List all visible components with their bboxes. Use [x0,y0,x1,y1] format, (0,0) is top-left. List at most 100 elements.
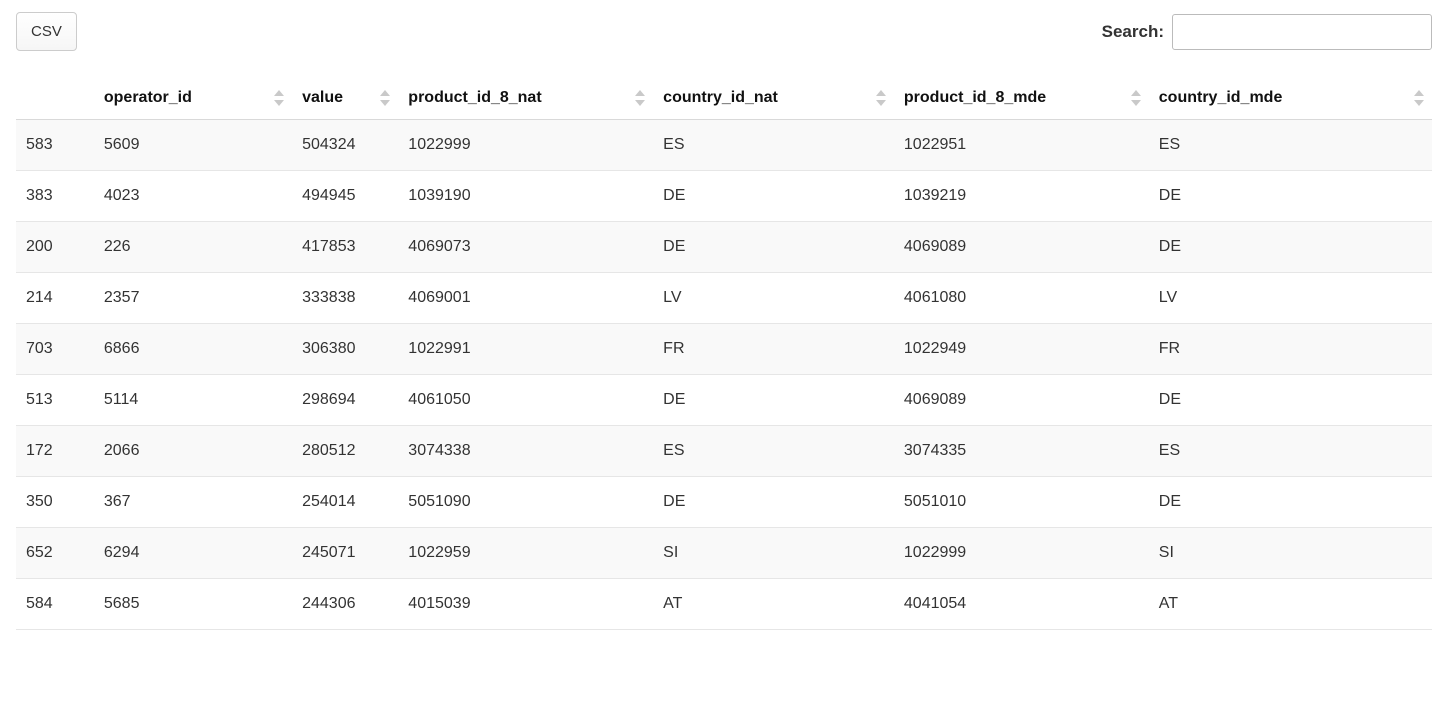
table-body: 58356095043241022999ES1022951ES383402349… [16,120,1432,630]
cell-rownum: 172 [16,426,94,477]
cell-operator-id: 4023 [94,171,292,222]
table-row: 17220662805123074338ES3074335ES [16,426,1432,477]
cell-product-id-8-mde: 1022999 [894,528,1149,579]
cell-operator-id: 6294 [94,528,292,579]
column-header-label: value [302,89,343,106]
cell-operator-id: 2357 [94,273,292,324]
column-header-value[interactable]: value [292,77,398,120]
cell-operator-id: 2066 [94,426,292,477]
cell-rownum: 652 [16,528,94,579]
cell-value: 254014 [292,477,398,528]
sort-icon [274,90,284,106]
table-row: 65262942450711022959SI1022999SI [16,528,1432,579]
toolbar: CSV Search: [16,12,1432,51]
table-row: 21423573338384069001LV4061080LV [16,273,1432,324]
cell-rownum: 703 [16,324,94,375]
table-row: 70368663063801022991FR1022949FR [16,324,1432,375]
data-table: operator_id value product_id_8_nat count… [16,77,1432,630]
cell-operator-id: 226 [94,222,292,273]
cell-product-id-8-nat: 3074338 [398,426,653,477]
cell-operator-id: 5685 [94,579,292,630]
cell-product-id-8-mde: 4061080 [894,273,1149,324]
cell-country-id-nat: ES [653,120,894,171]
cell-country-id-nat: DE [653,375,894,426]
cell-country-id-mde: DE [1149,171,1432,222]
cell-product-id-8-nat: 4015039 [398,579,653,630]
cell-product-id-8-nat: 1039190 [398,171,653,222]
cell-product-id-8-mde: 1022949 [894,324,1149,375]
table-row: 2002264178534069073DE4069089DE [16,222,1432,273]
cell-country-id-nat: DE [653,222,894,273]
table-head: operator_id value product_id_8_nat count… [16,77,1432,120]
cell-rownum: 200 [16,222,94,273]
table-row: 58456852443064015039AT4041054AT [16,579,1432,630]
cell-product-id-8-mde: 4069089 [894,222,1149,273]
cell-value: 298694 [292,375,398,426]
column-header-label: country_id_mde [1159,89,1283,106]
cell-country-id-mde: ES [1149,120,1432,171]
cell-country-id-nat: ES [653,426,894,477]
cell-country-id-mde: AT [1149,579,1432,630]
table-row: 58356095043241022999ES1022951ES [16,120,1432,171]
cell-product-id-8-nat: 4061050 [398,375,653,426]
column-header-country-id-mde[interactable]: country_id_mde [1149,77,1432,120]
cell-country-id-mde: FR [1149,324,1432,375]
cell-rownum: 513 [16,375,94,426]
cell-value: 504324 [292,120,398,171]
cell-country-id-mde: SI [1149,528,1432,579]
cell-value: 245071 [292,528,398,579]
cell-country-id-nat: AT [653,579,894,630]
cell-country-id-mde: DE [1149,477,1432,528]
cell-rownum: 583 [16,120,94,171]
sort-icon [635,90,645,106]
cell-operator-id: 6866 [94,324,292,375]
cell-product-id-8-nat: 5051090 [398,477,653,528]
cell-country-id-nat: LV [653,273,894,324]
search-label: Search: [1102,22,1164,42]
cell-product-id-8-mde: 1022951 [894,120,1149,171]
cell-country-id-mde: LV [1149,273,1432,324]
search-input[interactable] [1172,14,1432,50]
cell-product-id-8-mde: 5051010 [894,477,1149,528]
cell-operator-id: 5609 [94,120,292,171]
cell-rownum: 383 [16,171,94,222]
cell-country-id-nat: FR [653,324,894,375]
column-header-operator-id[interactable]: operator_id [94,77,292,120]
column-header-label: operator_id [104,89,192,106]
column-header-product-id-8-nat[interactable]: product_id_8_nat [398,77,653,120]
search-wrap: Search: [1102,14,1432,50]
cell-country-id-nat: DE [653,171,894,222]
cell-product-id-8-mde: 1039219 [894,171,1149,222]
cell-product-id-8-nat: 4069001 [398,273,653,324]
sort-icon [1131,90,1141,106]
cell-rownum: 350 [16,477,94,528]
column-header-label: country_id_nat [663,89,778,106]
cell-product-id-8-mde: 4069089 [894,375,1149,426]
cell-value: 333838 [292,273,398,324]
cell-country-id-mde: DE [1149,222,1432,273]
cell-product-id-8-nat: 1022999 [398,120,653,171]
column-header-rownum [16,77,94,120]
cell-value: 494945 [292,171,398,222]
column-header-label: product_id_8_nat [408,89,541,106]
cell-product-id-8-mde: 4041054 [894,579,1149,630]
sort-icon [1414,90,1424,106]
cell-rownum: 584 [16,579,94,630]
cell-product-id-8-nat: 4069073 [398,222,653,273]
cell-operator-id: 367 [94,477,292,528]
cell-product-id-8-nat: 1022959 [398,528,653,579]
csv-button[interactable]: CSV [16,12,77,51]
column-header-product-id-8-mde[interactable]: product_id_8_mde [894,77,1149,120]
table-row: 3503672540145051090DE5051010DE [16,477,1432,528]
column-header-country-id-nat[interactable]: country_id_nat [653,77,894,120]
cell-operator-id: 5114 [94,375,292,426]
cell-country-id-nat: DE [653,477,894,528]
cell-value: 306380 [292,324,398,375]
cell-country-id-mde: DE [1149,375,1432,426]
sort-icon [380,90,390,106]
cell-value: 280512 [292,426,398,477]
column-header-label: product_id_8_mde [904,89,1046,106]
cell-rownum: 214 [16,273,94,324]
table-row: 38340234949451039190DE1039219DE [16,171,1432,222]
cell-country-id-nat: SI [653,528,894,579]
